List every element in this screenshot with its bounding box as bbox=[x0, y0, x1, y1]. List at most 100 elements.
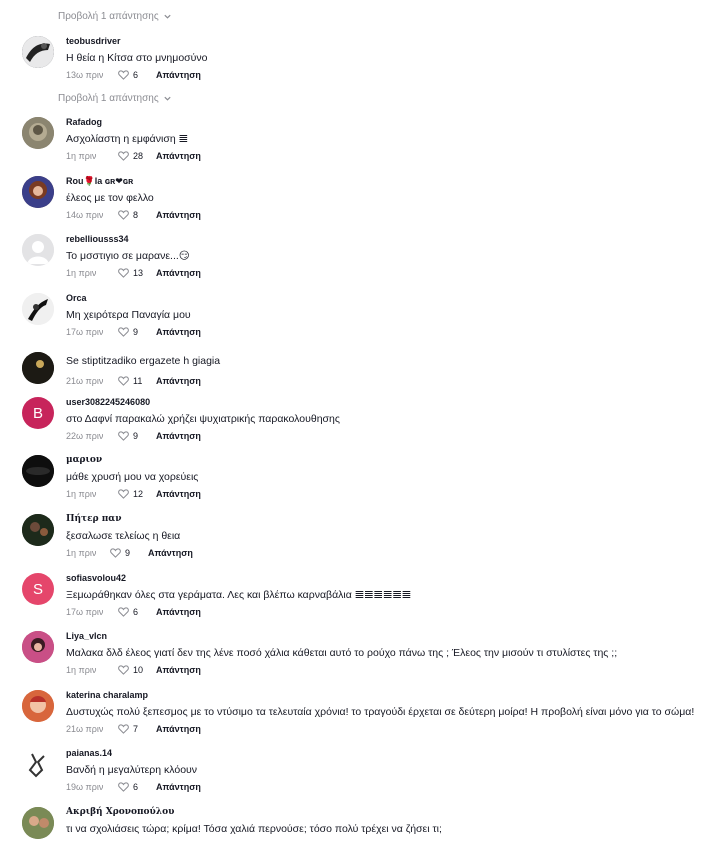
like-button[interactable]: 9 bbox=[118, 327, 154, 337]
like-count: 6 bbox=[133, 607, 139, 617]
username[interactable]: Πήτερ παν bbox=[66, 514, 722, 525]
username[interactable]: Rou🌹la ɢʀ❤ɢʀ bbox=[66, 176, 722, 187]
heart-icon bbox=[118, 607, 129, 617]
reply-button[interactable]: Απάντηση bbox=[156, 782, 201, 792]
comment-text: Η θεία η Κίτσα στο μνημοσύνο bbox=[66, 52, 208, 64]
like-button[interactable]: 9 bbox=[110, 548, 146, 558]
avatar[interactable] bbox=[22, 807, 54, 839]
like-button[interactable]: 6 bbox=[118, 782, 154, 792]
comment-text: Μαλακα δλδ έλεος γιατί δεν της λένε ποσό… bbox=[66, 647, 618, 659]
username[interactable]: paianas.14 bbox=[66, 748, 722, 759]
username[interactable]: μαριον bbox=[66, 455, 722, 466]
heart-icon bbox=[118, 665, 129, 675]
timestamp: 22ω πριν bbox=[66, 431, 104, 441]
reply-button[interactable]: Απάντηση bbox=[156, 489, 201, 499]
reply-button[interactable]: Απάντηση bbox=[156, 268, 201, 278]
username[interactable]: sofiasvolou42 bbox=[66, 573, 722, 584]
avatar[interactable] bbox=[22, 234, 54, 266]
like-button[interactable]: 8 bbox=[118, 210, 154, 220]
like-button[interactable]: 7 bbox=[118, 724, 154, 734]
like-button[interactable]: 12 bbox=[118, 489, 154, 499]
like-count: 9 bbox=[133, 327, 139, 337]
timestamp: 1η πριν bbox=[66, 151, 97, 161]
avatar[interactable] bbox=[22, 36, 54, 68]
like-button[interactable]: 13 bbox=[118, 268, 154, 278]
reply-button[interactable]: Απάντηση bbox=[156, 665, 201, 675]
timestamp: 13ω πριν bbox=[66, 70, 104, 80]
avatar[interactable] bbox=[22, 293, 54, 325]
reply-button[interactable]: Απάντηση bbox=[156, 724, 201, 734]
like-count: 13 bbox=[133, 268, 144, 278]
like-button[interactable]: 10 bbox=[118, 665, 154, 675]
like-count: 9 bbox=[133, 431, 139, 441]
username[interactable]: Orca bbox=[66, 293, 722, 304]
like-count: 6 bbox=[133, 782, 139, 792]
like-count: 12 bbox=[133, 489, 144, 499]
avatar[interactable] bbox=[22, 176, 54, 208]
username[interactable]: user3082245246080 bbox=[66, 397, 722, 408]
comment-text: Ξεμωράθηκαν όλες στα γεράματα. Λες και β… bbox=[66, 589, 412, 601]
reply-button[interactable]: Απάντηση bbox=[156, 376, 201, 386]
like-button[interactable]: 9 bbox=[118, 431, 154, 441]
timestamp: 21ω πριν bbox=[66, 376, 104, 386]
avatar[interactable] bbox=[22, 455, 54, 487]
comment-text: Ασχολίαστη η εμφάνιση 𝌆 bbox=[66, 133, 188, 145]
view-replies-button[interactable]: Προβολή 1 απάντησης bbox=[58, 11, 172, 22]
heart-icon bbox=[118, 210, 129, 220]
username[interactable]: rebelliousss34 bbox=[66, 234, 722, 245]
avatar[interactable] bbox=[22, 690, 54, 722]
comment-text: μάθε χρυσή μου να χορεύεις bbox=[66, 471, 199, 483]
like-count: 28 bbox=[133, 151, 144, 161]
reply-button[interactable]: Απάντηση bbox=[156, 607, 201, 617]
timestamp: 1η πριν bbox=[66, 665, 97, 675]
username[interactable]: Liya_vlcn bbox=[66, 631, 722, 642]
avatar[interactable]: B bbox=[22, 397, 54, 429]
comment-text: Se stiptitzadiko ergazete h giagia bbox=[66, 355, 221, 367]
avatar[interactable] bbox=[22, 117, 54, 149]
username[interactable]: Rafadog bbox=[66, 117, 722, 128]
avatar[interactable] bbox=[22, 514, 54, 546]
timestamp: 1η πριν bbox=[66, 489, 97, 499]
like-count: 6 bbox=[133, 70, 139, 80]
avatar[interactable]: S bbox=[22, 573, 54, 605]
heart-icon bbox=[118, 724, 129, 734]
comment-text: στο Δαφνί παρακαλώ χρήζει ψυχιατρικής πα… bbox=[66, 413, 340, 425]
heart-icon bbox=[118, 327, 129, 337]
comment-text: Μη χειρότερα Παναγία μου bbox=[66, 309, 191, 321]
comment-text: ξεσαλωσε τελείως η θεια bbox=[66, 530, 181, 542]
comment-text: Δυστυχώς πολύ ξεπεσμος με το ντύσιμο τα … bbox=[66, 706, 695, 718]
comment-text: τι να σχολιάσεις τώρα; κρίμα! Τόσα χαλιά… bbox=[66, 823, 442, 835]
like-count: 10 bbox=[133, 665, 144, 675]
timestamp: 17ω πριν bbox=[66, 327, 104, 337]
heart-icon bbox=[118, 489, 129, 499]
username[interactable]: teobusdriver bbox=[66, 36, 722, 47]
reply-button[interactable]: Απάντηση bbox=[156, 327, 201, 337]
heart-icon bbox=[118, 268, 129, 278]
timestamp: 1η πριν bbox=[66, 548, 97, 558]
avatar[interactable] bbox=[22, 352, 54, 384]
timestamp: 17ω πριν bbox=[66, 607, 104, 617]
reply-button[interactable]: Απάντηση bbox=[156, 431, 201, 441]
view-replies-button[interactable]: Προβολή 1 απάντησης bbox=[58, 93, 172, 104]
avatar-letter: S bbox=[32, 580, 43, 598]
username[interactable]: katerina charalamp bbox=[66, 690, 722, 701]
timestamp: 21ω πριν bbox=[66, 724, 104, 734]
chevron-down-icon bbox=[164, 14, 171, 19]
like-button[interactable]: 28 bbox=[118, 151, 154, 161]
like-button[interactable]: 6 bbox=[118, 70, 154, 80]
reply-button[interactable]: Απάντηση bbox=[156, 151, 201, 161]
username[interactable]: Ακριβή Χρονοπούλου bbox=[66, 807, 722, 818]
heart-icon bbox=[118, 431, 129, 441]
like-count: 8 bbox=[133, 210, 139, 220]
like-button[interactable]: 11 bbox=[118, 376, 154, 386]
avatar[interactable] bbox=[22, 748, 54, 780]
reply-button[interactable]: Απάντηση bbox=[148, 548, 193, 558]
like-button[interactable]: 6 bbox=[118, 607, 154, 617]
like-count: 7 bbox=[133, 724, 139, 734]
avatar-letter: B bbox=[32, 404, 43, 422]
avatar[interactable] bbox=[22, 631, 54, 663]
view-replies-label: Προβολή 1 απάντησης bbox=[58, 11, 159, 22]
reply-button[interactable]: Απάντηση bbox=[156, 70, 201, 80]
comment-text: Βανδή η μεγαλύτερη κλόουν bbox=[66, 764, 198, 776]
reply-button[interactable]: Απάντηση bbox=[156, 210, 201, 220]
